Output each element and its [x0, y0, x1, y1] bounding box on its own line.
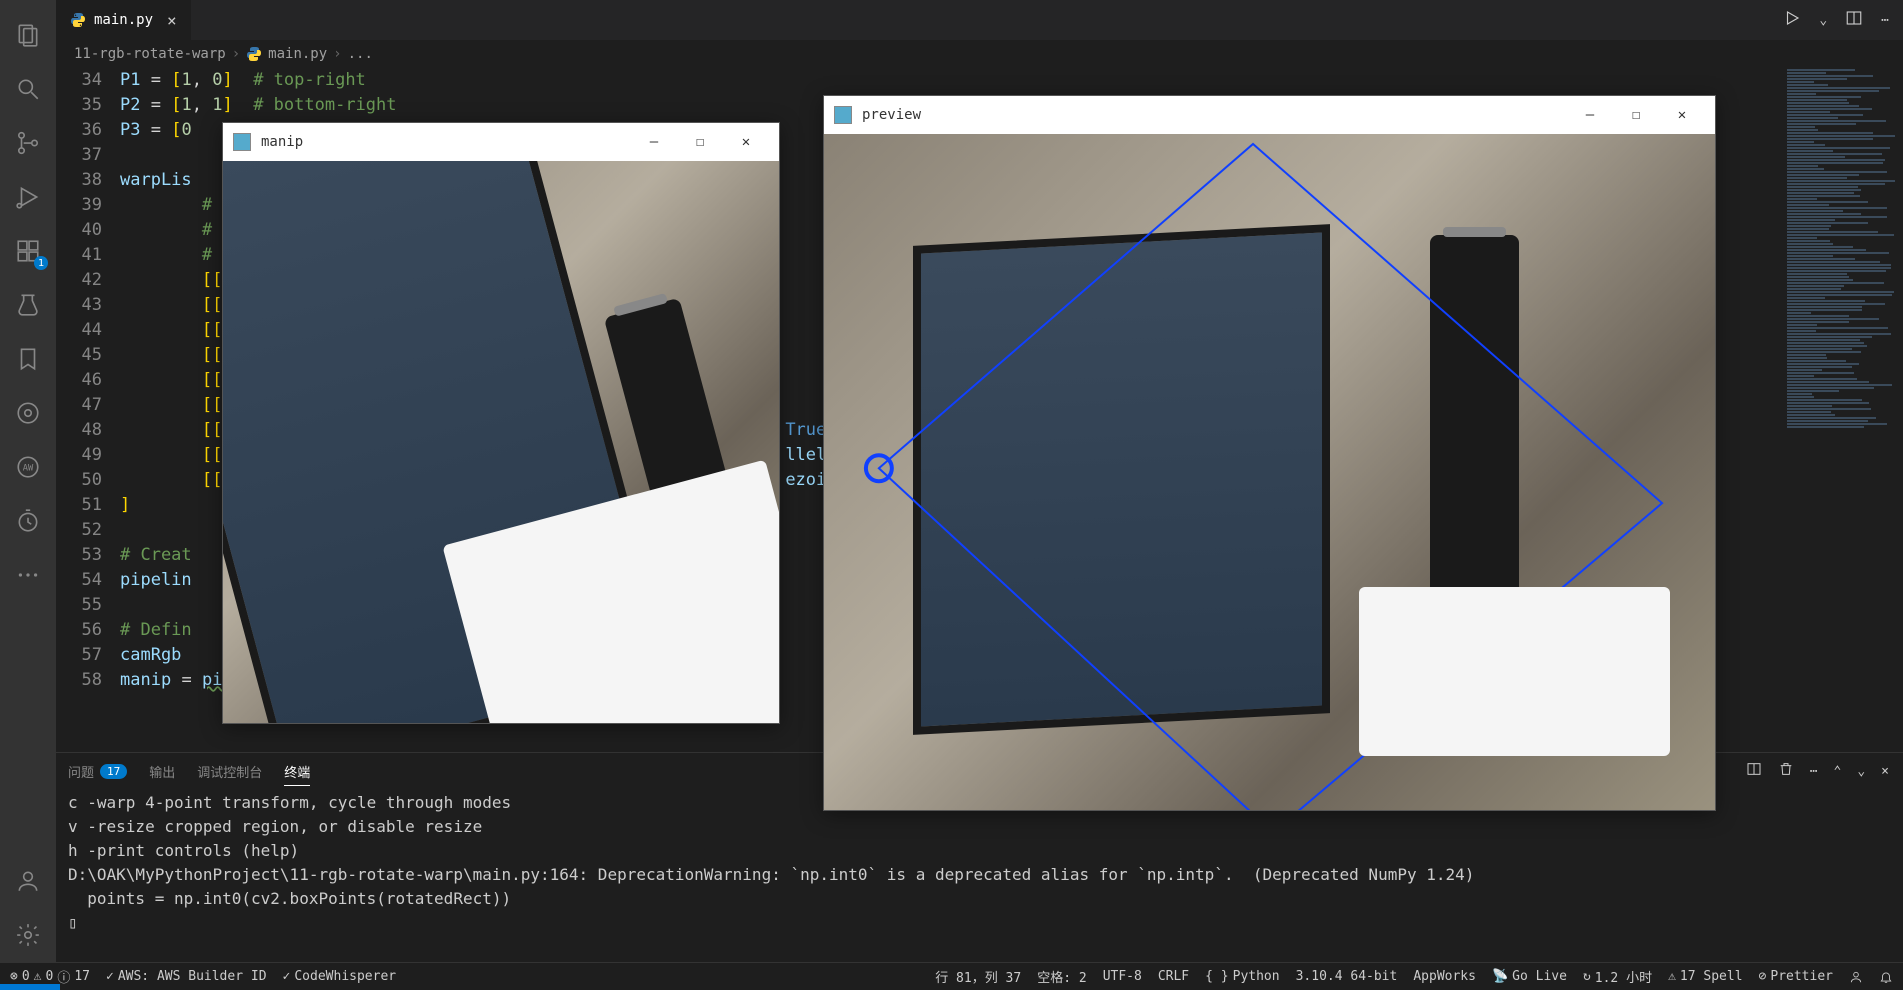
tab-label: main.py — [94, 12, 153, 28]
problems-badge: 17 — [100, 764, 127, 779]
status-feedback-icon[interactable] — [1849, 970, 1863, 984]
window-manip-content — [223, 161, 779, 723]
python-file-icon — [70, 12, 86, 28]
run-icon[interactable] — [1783, 9, 1801, 31]
gitlens-icon[interactable] — [0, 386, 56, 440]
bookmarks-icon[interactable] — [0, 332, 56, 386]
search-icon[interactable] — [0, 62, 56, 116]
minimap[interactable] — [1783, 68, 1903, 588]
status-codewhisperer[interactable]: ✓CodeWhisperer — [283, 969, 397, 984]
breadcrumb-tail[interactable]: ... — [348, 46, 373, 62]
window-manip-titlebar[interactable]: manip — ☐ ✕ — [223, 123, 779, 161]
line-numbers: 3435363738394041424344454647484950515253… — [56, 68, 120, 752]
broadcast-icon: 📡 — [1492, 969, 1508, 984]
tab-output[interactable]: 输出 — [149, 762, 175, 781]
status-time[interactable]: ↻ 1.2 小时 — [1583, 967, 1652, 986]
run-debug-icon[interactable] — [0, 170, 56, 224]
more-actions-icon[interactable]: ⋯ — [1881, 13, 1889, 28]
timer-icon[interactable] — [0, 494, 56, 548]
settings-icon[interactable] — [0, 908, 56, 962]
more-icon[interactable] — [0, 548, 56, 602]
status-language[interactable]: { } Python — [1205, 969, 1279, 984]
window-preview-content — [824, 134, 1715, 810]
status-appworks[interactable]: AppWorks — [1413, 969, 1476, 984]
svg-text:AW: AW — [23, 463, 34, 473]
source-control-icon[interactable] — [0, 116, 56, 170]
breadcrumbs[interactable]: 11-rgb-rotate-warp › main.py › ... — [56, 40, 1903, 68]
minimize-button[interactable]: — — [1567, 107, 1613, 123]
tab-terminal[interactable]: 终端 — [284, 762, 310, 786]
more-terminal-icon[interactable]: ⋯ — [1810, 764, 1818, 779]
clock-icon: ↻ — [1583, 969, 1591, 984]
tabs-bar: main.py × ⌄ ⋯ — [56, 0, 1903, 40]
window-manip-title: manip — [261, 134, 631, 150]
status-eol[interactable]: CRLF — [1158, 969, 1189, 984]
aws-icon[interactable]: AW — [0, 440, 56, 494]
warp-polygon — [824, 134, 1715, 810]
braces-icon: { } — [1205, 969, 1228, 984]
maximize-button[interactable]: ☐ — [1613, 107, 1659, 123]
close-icon[interactable]: × — [167, 11, 177, 30]
accounts-icon[interactable] — [0, 854, 56, 908]
activity-bar: 1 AW — [0, 0, 56, 962]
chevron-up-icon[interactable]: ⌃ — [1834, 764, 1842, 779]
warning-icon: ⚠ — [34, 969, 42, 984]
status-spaces[interactable]: 空格: 2 — [1037, 967, 1086, 986]
warning-icon: ⚠ — [1668, 969, 1676, 984]
python-file-icon — [246, 46, 262, 62]
status-bar: ⊗0 ⚠0 ⓘ17 ✓ AWS: AWS Builder ID ✓CodeWhi… — [0, 962, 1903, 990]
maximize-button[interactable]: ☐ — [677, 134, 723, 150]
chevron-down-icon[interactable]: ⌄ — [1819, 13, 1827, 28]
minimize-button[interactable]: — — [631, 134, 677, 150]
window-manip[interactable]: manip — ☐ ✕ — [222, 122, 780, 724]
explorer-icon[interactable] — [0, 8, 56, 62]
opencv-icon — [834, 106, 852, 124]
status-spell[interactable]: ⚠ 17 Spell — [1668, 969, 1742, 984]
breadcrumb-folder[interactable]: 11-rgb-rotate-warp — [74, 46, 226, 62]
status-encoding[interactable]: UTF-8 — [1103, 969, 1142, 984]
editor-actions: ⌄ ⋯ — [1783, 0, 1903, 40]
window-preview[interactable]: preview — ☐ ✕ — [823, 95, 1716, 811]
window-preview-title: preview — [862, 107, 1567, 123]
cancel-icon: ⊘ — [1759, 969, 1767, 984]
terminal-content[interactable]: c -warp 4-point transform, cycle through… — [56, 789, 1903, 962]
status-cursor[interactable]: 行 81，列 37 — [935, 967, 1021, 986]
chevron-down-panel-icon[interactable]: ⌄ — [1857, 764, 1865, 779]
status-aws[interactable]: ✓ AWS: AWS Builder ID — [106, 969, 267, 984]
status-prettier[interactable]: ⊘ Prettier — [1759, 969, 1833, 984]
tab-problems[interactable]: 问题 17 — [68, 762, 127, 781]
breadcrumb-file[interactable]: main.py — [268, 46, 327, 62]
error-icon: ⊗ — [10, 969, 18, 984]
tab-debug-console[interactable]: 调试控制台 — [197, 762, 262, 781]
close-panel-icon[interactable]: × — [1881, 764, 1889, 779]
window-preview-titlebar[interactable]: preview — ☐ ✕ — [824, 96, 1715, 134]
testing-icon[interactable] — [0, 278, 56, 332]
trash-icon[interactable] — [1778, 761, 1794, 781]
status-golive[interactable]: 📡 Go Live — [1492, 969, 1567, 984]
status-python-version[interactable]: 3.10.4 64-bit — [1296, 969, 1398, 984]
split-editor-icon[interactable] — [1845, 9, 1863, 31]
close-button[interactable]: ✕ — [723, 134, 769, 150]
extensions-badge: 1 — [34, 256, 48, 270]
extensions-icon[interactable]: 1 — [0, 224, 56, 278]
close-button[interactable]: ✕ — [1659, 107, 1705, 123]
status-bell-icon[interactable] — [1879, 970, 1893, 984]
split-terminal-icon[interactable] — [1746, 761, 1762, 781]
opencv-icon — [233, 133, 251, 151]
tab-main-py[interactable]: main.py × — [56, 0, 191, 40]
